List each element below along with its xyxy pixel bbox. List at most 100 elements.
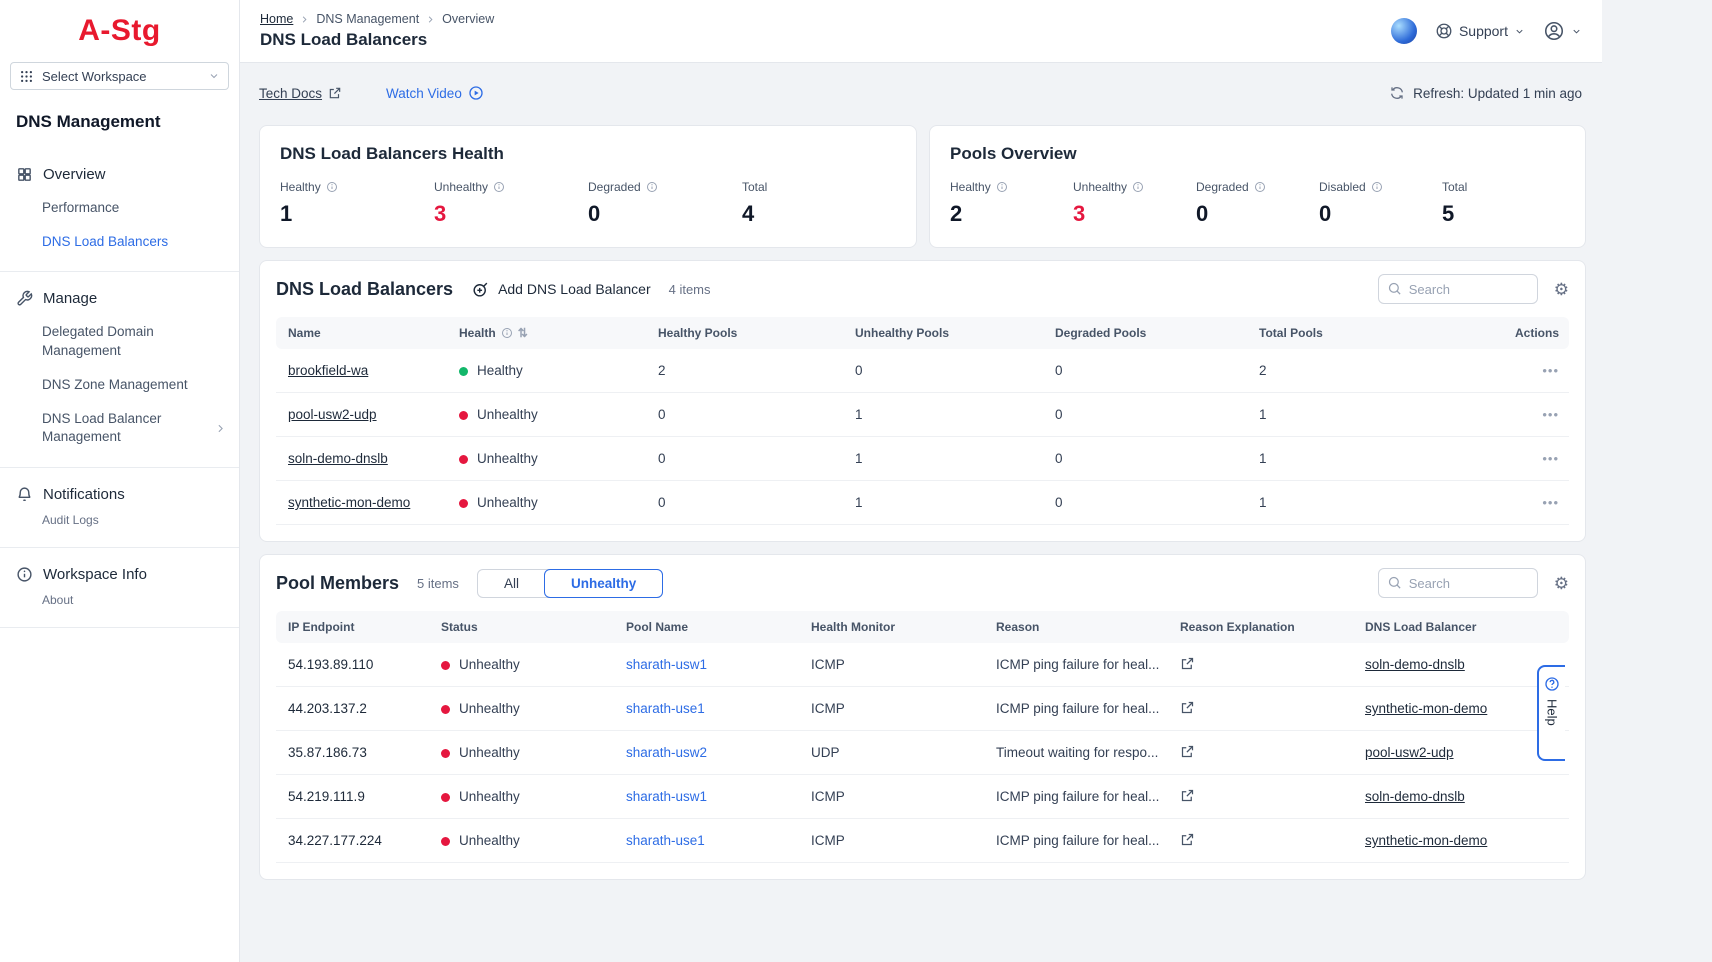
info-icon[interactable] xyxy=(326,181,338,193)
sidebar-item-performance[interactable]: Performance xyxy=(0,191,239,225)
sidebar-item-delegated-domain-management[interactable]: Delegated Domain Management xyxy=(0,315,239,367)
lb-name-link[interactable]: pool-usw2-udp xyxy=(288,407,377,422)
info-icon[interactable] xyxy=(1254,181,1266,193)
dns-lb-link[interactable]: pool-usw2-udp xyxy=(1365,745,1454,760)
info-icon[interactable] xyxy=(493,181,505,193)
status-dot-icon xyxy=(441,793,450,802)
external-link-icon[interactable] xyxy=(1180,700,1195,715)
table-card-header: Pool Members 5 items All Unhealthy ⚙ xyxy=(260,555,1585,611)
sidebar-group-manage-header[interactable]: Manage xyxy=(0,282,239,315)
degraded-pools-value: 0 xyxy=(1055,407,1259,422)
pool-name-link[interactable]: sharath-usw1 xyxy=(626,657,707,672)
sidebar-item-dns-zone-management[interactable]: DNS Zone Management xyxy=(0,368,239,402)
sidebar-item-audit-logs[interactable]: Audit Logs xyxy=(0,511,239,535)
pools-overview-card: Pools Overview Healthy 2 Unhealthy 3 Deg… xyxy=(929,125,1586,248)
info-icon[interactable] xyxy=(996,181,1008,193)
dns-lb-link[interactable]: synthetic-mon-demo xyxy=(1365,833,1487,848)
lb-name-link[interactable]: soln-demo-dnslb xyxy=(288,451,388,466)
col-unhealthy-pools: Unhealthy Pools xyxy=(855,326,1055,340)
search-input[interactable] xyxy=(1378,568,1538,598)
ip-endpoint: 54.193.89.110 xyxy=(276,657,441,672)
add-button-label: Add DNS Load Balancer xyxy=(498,281,651,297)
external-link-icon[interactable] xyxy=(1180,788,1195,803)
table-settings-gear-icon[interactable]: ⚙ xyxy=(1554,575,1569,592)
account-menu[interactable] xyxy=(1543,20,1582,42)
unhealthy-pools-value: 1 xyxy=(855,407,1055,422)
status-dot-icon xyxy=(441,661,450,670)
bell-icon xyxy=(16,486,33,503)
support-menu[interactable]: Support xyxy=(1435,22,1525,40)
sidebar-title: DNS Management xyxy=(0,106,239,148)
row-actions-more-icon[interactable]: ••• xyxy=(1542,495,1559,510)
info-icon[interactable] xyxy=(1371,181,1383,193)
dns-lb-link[interactable]: soln-demo-dnslb xyxy=(1365,789,1465,804)
col-healthy-pools: Healthy Pools xyxy=(658,326,855,340)
wrench-icon xyxy=(16,290,33,307)
dns-lb-table-card: DNS Load Balancers Add DNS Load Balancer… xyxy=(259,260,1586,542)
search-input[interactable] xyxy=(1378,274,1538,304)
workspace-selector[interactable]: Select Workspace xyxy=(10,62,229,90)
row-actions-more-icon[interactable]: ••• xyxy=(1542,363,1559,378)
external-link-icon[interactable] xyxy=(1180,832,1195,847)
breadcrumb-home[interactable]: Home xyxy=(260,12,293,26)
help-tab[interactable]: Help xyxy=(1537,665,1565,761)
reason-text: ICMP ping failure for heal... xyxy=(996,833,1180,848)
ip-endpoint: 54.219.111.9 xyxy=(276,789,441,804)
pool-name-link[interactable]: sharath-usw2 xyxy=(626,745,707,760)
health-dot-icon xyxy=(459,367,468,376)
stat-total: Total 5 xyxy=(1442,180,1565,227)
pool-name-link[interactable]: sharath-use1 xyxy=(626,833,705,848)
tenant-avatar[interactable] xyxy=(1391,18,1417,44)
breadcrumb: Home DNS Management Overview xyxy=(260,12,494,26)
tab-unhealthy[interactable]: Unhealthy xyxy=(544,569,663,598)
stat-label: Disabled xyxy=(1319,180,1366,194)
brand-logo[interactable]: A-Stg xyxy=(0,0,239,58)
info-icon[interactable] xyxy=(646,181,658,193)
breadcrumb-current: Overview xyxy=(442,12,494,26)
healthy-pools-value: 0 xyxy=(658,495,855,510)
info-icon[interactable] xyxy=(1132,181,1144,193)
watch-video-label: Watch Video xyxy=(386,86,462,101)
col-pool-name: Pool Name xyxy=(626,620,811,634)
sidebar-group-notifications-header[interactable]: Notifications xyxy=(0,478,239,511)
chevron-down-icon xyxy=(1514,26,1525,37)
sidebar-item-dns-load-balancers[interactable]: DNS Load Balancers xyxy=(0,225,239,259)
pool-name-link[interactable]: sharath-use1 xyxy=(626,701,705,716)
tab-all[interactable]: All xyxy=(478,570,545,597)
tech-docs-link[interactable]: Tech Docs xyxy=(259,86,342,101)
table-title: Pool Members xyxy=(276,573,399,594)
sidebar-group-overview-header[interactable]: Overview xyxy=(0,158,239,191)
row-actions-more-icon[interactable]: ••• xyxy=(1542,407,1559,422)
lb-name-link[interactable]: brookfield-wa xyxy=(288,363,368,378)
chevron-right-icon xyxy=(299,14,310,25)
add-dns-load-balancer-button[interactable]: Add DNS Load Balancer xyxy=(471,280,651,299)
sidebar-item-dns-load-balancer-management[interactable]: DNS Load Balancer Management xyxy=(0,402,239,454)
stat-value: 0 xyxy=(1319,201,1442,227)
stat-value: 0 xyxy=(588,201,742,227)
healthy-pools-value: 2 xyxy=(658,363,855,378)
row-actions-more-icon[interactable]: ••• xyxy=(1542,451,1559,466)
sidebar-item-label: DNS Load Balancer Management xyxy=(42,410,208,446)
external-link-icon[interactable] xyxy=(1180,656,1195,671)
sidebar-group-workspace-info-header[interactable]: Workspace Info xyxy=(0,558,239,591)
lb-name-link[interactable]: synthetic-mon-demo xyxy=(288,495,410,510)
ip-endpoint: 34.227.177.224 xyxy=(276,833,441,848)
support-label: Support xyxy=(1459,23,1508,39)
sidebar: A-Stg Select Workspace DNS Management Ov… xyxy=(0,0,240,962)
watch-video-link[interactable]: Watch Video xyxy=(386,85,484,101)
table-row: brookfield-wa Healthy 2 0 0 2 ••• xyxy=(276,349,1569,393)
breadcrumb-section[interactable]: DNS Management xyxy=(316,12,419,26)
stat-row: Healthy 2 Unhealthy 3 Degraded 0 Disable… xyxy=(950,180,1565,227)
external-link-icon[interactable] xyxy=(1180,744,1195,759)
dns-lb-link[interactable]: synthetic-mon-demo xyxy=(1365,701,1487,716)
sidebar-item-about[interactable]: About xyxy=(0,591,239,615)
pool-name-link[interactable]: sharath-usw1 xyxy=(626,789,707,804)
reason-text: ICMP ping failure for heal... xyxy=(996,701,1180,716)
table-settings-gear-icon[interactable]: ⚙ xyxy=(1554,281,1569,298)
sort-icon[interactable]: ⇅ xyxy=(518,326,528,340)
info-icon[interactable] xyxy=(501,327,513,339)
card-title: DNS Load Balancers Health xyxy=(280,144,896,164)
refresh-button[interactable]: Refresh: Updated 1 min ago xyxy=(1389,85,1582,101)
table-row: 54.219.111.9 Unhealthy sharath-usw1 ICMP… xyxy=(276,775,1569,819)
dns-lb-link[interactable]: soln-demo-dnslb xyxy=(1365,657,1465,672)
